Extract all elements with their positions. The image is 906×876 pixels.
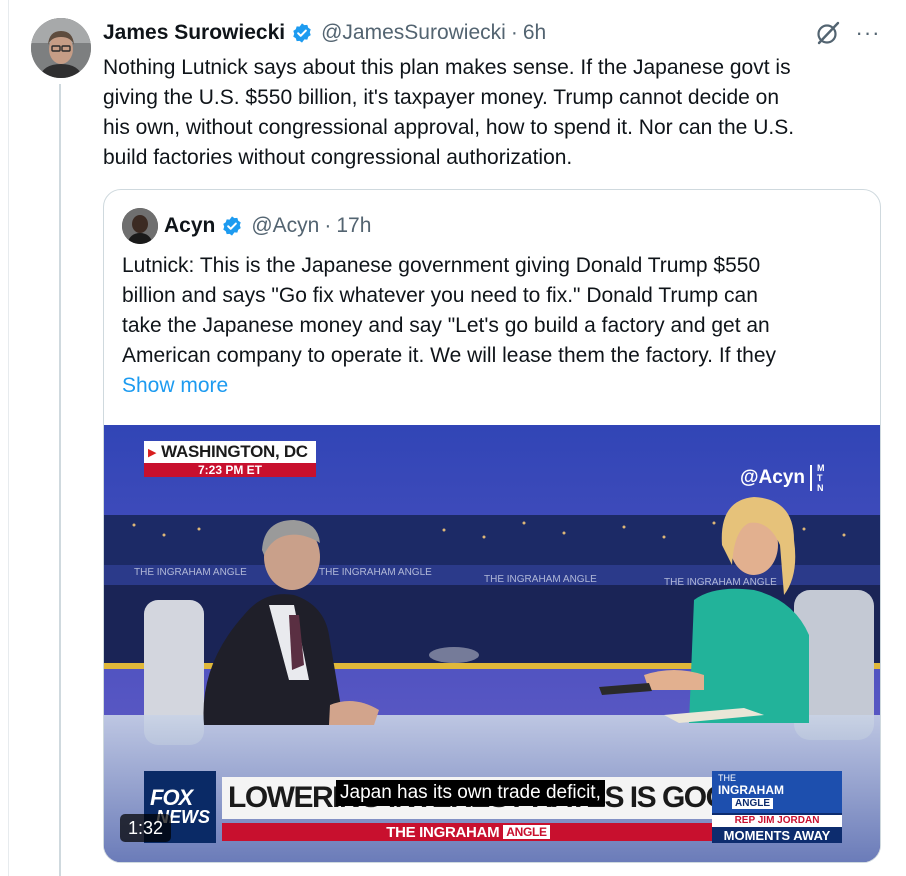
- header-separator: ·: [510, 21, 518, 44]
- quoted-author-avatar-image: [122, 208, 158, 244]
- thread-connector-line: [59, 84, 61, 876]
- location-time: 7:23 PM ET: [144, 463, 316, 477]
- quoted-tweet-timestamp[interactable]: 17h: [336, 214, 371, 238]
- watermark-letter: M: [817, 463, 825, 473]
- svg-text:THE INGRAHAM ANGLE: THE INGRAHAM ANGLE: [134, 567, 247, 578]
- show-name-bar: THE INGRAHAM ANGLE: [222, 823, 714, 841]
- play-triangle-icon: ▶: [148, 446, 157, 459]
- verified-badge-icon[interactable]: [221, 215, 243, 237]
- author-handle[interactable]: @JamesSurowiecki: [321, 21, 506, 45]
- quoted-tweet-header: Acyn @Acyn · 17h: [164, 210, 371, 242]
- promo-the: THE: [718, 773, 736, 783]
- promo-moments-away: MOMENTS AWAY: [723, 828, 831, 843]
- show-angle-tag: ANGLE: [503, 825, 550, 839]
- quoted-tweet-text: Lutnick: This is the Japanese government…: [122, 254, 777, 367]
- svg-text:THE INGRAHAM ANGLE: THE INGRAHAM ANGLE: [484, 574, 597, 585]
- quoted-author-avatar[interactable]: [122, 208, 158, 244]
- author-avatar[interactable]: [31, 18, 91, 78]
- watermark-letter: N: [817, 483, 824, 493]
- promo-header: THE INGRAHAM ANGLE: [712, 771, 842, 813]
- video-caption: Japan has its own trade deficit,: [336, 780, 605, 806]
- video-watermark: @Acyn M T N: [740, 463, 825, 493]
- location-label: WASHINGTON, DC: [161, 442, 308, 461]
- show-more-link[interactable]: Show more: [122, 371, 228, 401]
- quoted-author-name[interactable]: Acyn: [164, 214, 215, 238]
- video-duration-badge: 1:32: [120, 814, 172, 842]
- author-avatar-image: [31, 18, 91, 78]
- video-player[interactable]: THE INGRAHAM ANGLE THE INGRAHAM ANGLE TH…: [104, 425, 880, 862]
- grok-icon[interactable]: [815, 20, 841, 46]
- upcoming-guest-promo: THE INGRAHAM ANGLE REP JIM JORDAN MOMENT…: [712, 771, 842, 843]
- promo-angle: ANGLE: [732, 798, 773, 809]
- verified-badge-icon[interactable]: [291, 22, 313, 44]
- author-name[interactable]: James Surowiecki: [103, 21, 285, 45]
- timeline-border: [8, 0, 9, 876]
- svg-text:THE INGRAHAM ANGLE: THE INGRAHAM ANGLE: [664, 577, 777, 588]
- quoted-tweet-card[interactable]: Acyn @Acyn · 17h Lutnick: This is the Ja…: [103, 189, 881, 863]
- quoted-author-handle[interactable]: @Acyn: [251, 214, 319, 238]
- watermark-letter: T: [817, 473, 823, 483]
- quoted-header-separator: ·: [324, 214, 332, 237]
- location-bug: ▶ WASHINGTON, DC 7:23 PM ET: [144, 441, 316, 477]
- tweet-timestamp[interactable]: 6h: [523, 21, 546, 45]
- svg-text:THE INGRAHAM ANGLE: THE INGRAHAM ANGLE: [319, 567, 432, 578]
- watermark-logo: M T N: [817, 463, 825, 493]
- watermark-divider: [810, 465, 812, 491]
- promo-guest: REP JIM JORDAN: [712, 815, 842, 827]
- promo-show-name: INGRAHAM: [718, 783, 784, 797]
- show-name: THE INGRAHAM: [386, 823, 500, 841]
- tweet-text: Nothing Lutnick says about this plan mak…: [103, 56, 795, 169]
- tweet-header: James Surowiecki @JamesSurowiecki · 6h: [103, 17, 546, 49]
- watermark-handle: @Acyn: [740, 467, 805, 488]
- more-horizontal-icon[interactable]: ···: [855, 20, 881, 45]
